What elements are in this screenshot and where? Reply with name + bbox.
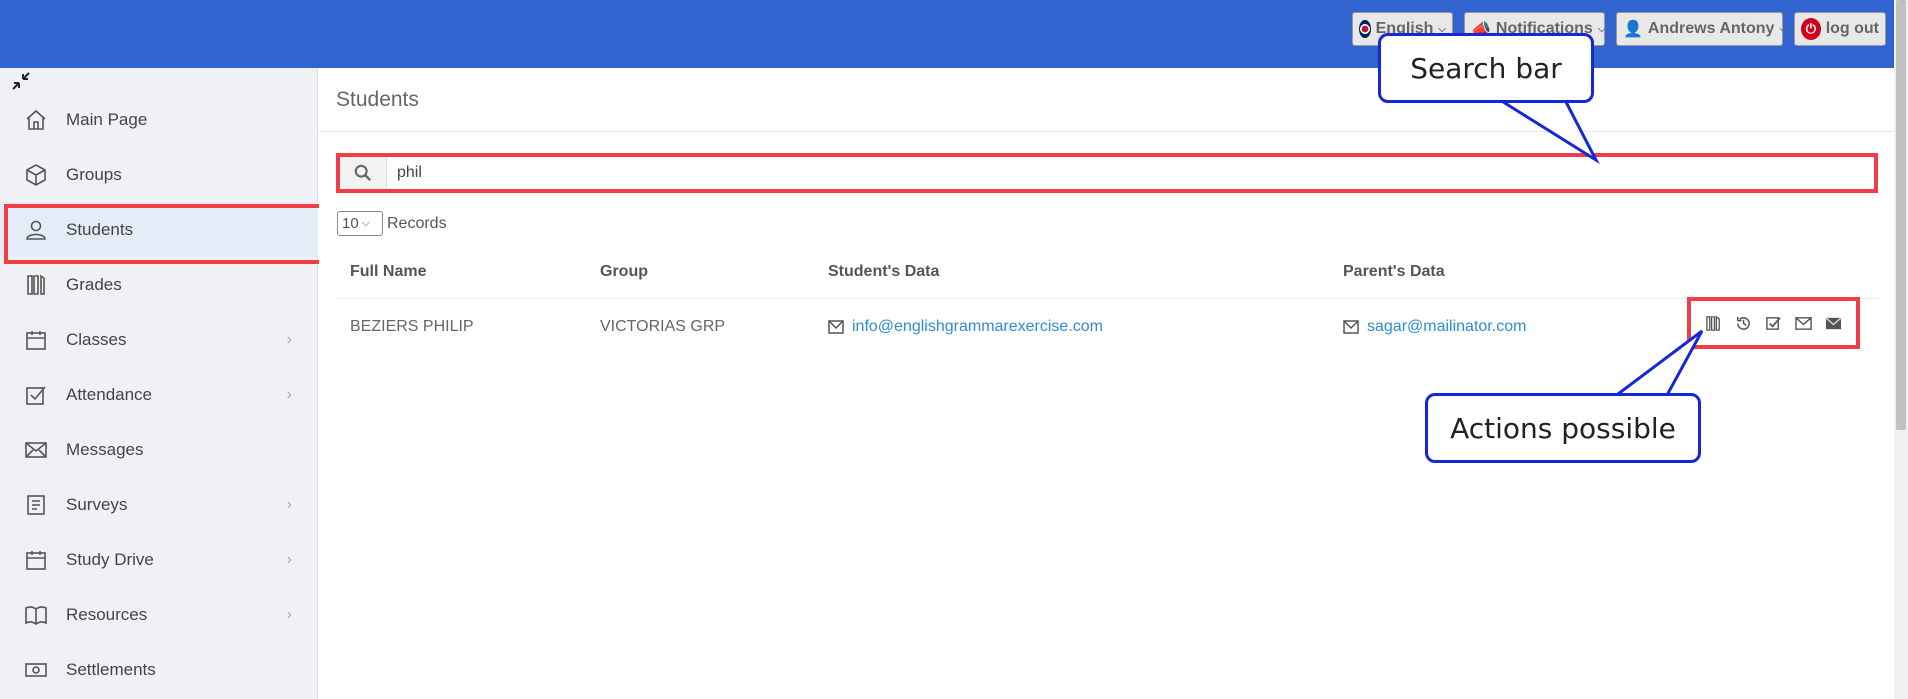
attendance-check-icon[interactable] bbox=[1763, 313, 1783, 333]
cell-group: VICTORIAS GRP bbox=[600, 318, 726, 335]
envelope-icon bbox=[18, 437, 54, 463]
search-bar-callout: Search bar bbox=[1378, 33, 1594, 103]
home-icon bbox=[18, 107, 54, 133]
sidebar-item-label: Settlements bbox=[66, 659, 156, 679]
divider bbox=[319, 131, 1894, 132]
cell-full-name: BEZIERS PHILIP bbox=[350, 318, 474, 335]
sidebar: Main Page Groups Students Grades Classes… bbox=[0, 68, 324, 699]
records-per-page: 10 ⌵ Records bbox=[337, 211, 447, 236]
sidebar-item-resources[interactable]: Resources › bbox=[0, 587, 318, 642]
cube-icon bbox=[18, 162, 54, 188]
checkbox-icon bbox=[18, 382, 54, 408]
records-select[interactable]: 10 ⌵ bbox=[337, 211, 383, 236]
sidebar-item-messages[interactable]: Messages bbox=[0, 422, 318, 477]
actions-callout: Actions possible bbox=[1425, 393, 1701, 463]
sidebar-item-students[interactable]: Students bbox=[0, 202, 324, 264]
scrollbar-thumb[interactable] bbox=[1896, 0, 1906, 430]
sidebar-item-label: Resources bbox=[66, 604, 148, 624]
envelope-icon bbox=[828, 320, 844, 334]
logout-button[interactable]: ⏻ log out bbox=[1794, 12, 1886, 46]
sidebar-item-classes[interactable]: Classes › bbox=[0, 312, 318, 367]
main-content: Students 10 ⌵ Records Full Name Group St… bbox=[319, 68, 1894, 699]
sidebar-item-surveys[interactable]: Surveys › bbox=[0, 477, 318, 532]
top-bar: English ⌵ 📣 Notifications ⌵ 👤 Andrews An… bbox=[0, 0, 1908, 68]
sidebar-item-label: Surveys bbox=[66, 494, 128, 514]
student-email: info@englishgrammarexercise.com bbox=[852, 318, 1103, 335]
history-icon[interactable] bbox=[1734, 313, 1754, 333]
chevron-down-icon: ⌵ bbox=[361, 217, 371, 229]
chevron-down-icon: ⌵ bbox=[1597, 23, 1606, 35]
envelope-outline-icon[interactable] bbox=[1793, 313, 1813, 333]
sidebar-item-label: Messages bbox=[66, 439, 144, 459]
sidebar-item-label: Attendance bbox=[66, 384, 153, 404]
document-icon bbox=[18, 492, 54, 518]
chevron-right-icon: › bbox=[286, 385, 292, 403]
search-input[interactable] bbox=[387, 157, 1874, 189]
column-header-students-data[interactable]: Student's Data bbox=[828, 263, 939, 281]
sidebar-item-label: Students bbox=[66, 219, 134, 239]
column-header-full-name[interactable]: Full Name bbox=[350, 263, 426, 281]
power-icon: ⏻ bbox=[1801, 18, 1821, 40]
search-bar bbox=[336, 153, 1878, 193]
chevron-right-icon: › bbox=[286, 605, 292, 623]
user-name: Andrews Antony bbox=[1647, 20, 1775, 37]
sidebar-item-label: Classes bbox=[66, 329, 127, 349]
logout-label: log out bbox=[1825, 20, 1879, 37]
student-email-link[interactable]: info@englishgrammarexercise.com bbox=[828, 318, 1103, 336]
column-header-parents-data[interactable]: Parent's Data bbox=[1343, 263, 1445, 281]
sidebar-item-attendance[interactable]: Attendance › bbox=[0, 367, 318, 422]
records-select-value: 10 bbox=[342, 215, 359, 232]
sidebar-item-label: Grades bbox=[66, 274, 122, 294]
parent-email-link[interactable]: sagar@mailinator.com bbox=[1343, 318, 1526, 336]
chevron-right-icon: › bbox=[286, 330, 292, 348]
records-label: Records bbox=[387, 214, 447, 232]
envelope-icon bbox=[1343, 320, 1359, 334]
user-icon: 👤 bbox=[1623, 21, 1643, 38]
sidebar-item-settlements[interactable]: Settlements bbox=[0, 642, 318, 697]
user-dropdown[interactable]: 👤 Andrews Antony ⌵ bbox=[1616, 12, 1787, 46]
uk-flag-icon bbox=[1359, 20, 1371, 38]
book-icon bbox=[18, 602, 54, 628]
sidebar-item-label: Study Drive bbox=[66, 549, 154, 569]
envelope-filled-icon[interactable] bbox=[1823, 313, 1843, 333]
sidebar-item-main-page[interactable]: Main Page bbox=[0, 92, 318, 147]
callout-text: Actions possible bbox=[1450, 411, 1676, 445]
money-icon bbox=[18, 657, 54, 683]
grades-icon[interactable] bbox=[1704, 313, 1724, 333]
grades-icon bbox=[18, 272, 54, 298]
chevron-right-icon: › bbox=[286, 495, 292, 513]
page-title: Students bbox=[336, 88, 419, 111]
search-icon[interactable] bbox=[340, 157, 387, 189]
divider bbox=[337, 298, 1879, 299]
chevron-right-icon: › bbox=[286, 550, 292, 568]
sidebar-item-groups[interactable]: Groups bbox=[0, 147, 318, 202]
sidebar-item-study-drive[interactable]: Study Drive › bbox=[0, 532, 318, 587]
calendar-icon bbox=[18, 327, 54, 353]
row-actions bbox=[1687, 297, 1860, 349]
user-icon bbox=[18, 217, 54, 243]
vertical-scrollbar[interactable] bbox=[1894, 0, 1908, 699]
chevron-down-icon: ⌵ bbox=[1779, 23, 1788, 35]
sidebar-item-label: Main Page bbox=[66, 109, 148, 129]
calendar-icon bbox=[18, 547, 54, 573]
callout-text: Search bar bbox=[1410, 51, 1562, 85]
sidebar-item-label: Groups bbox=[66, 164, 122, 184]
column-header-group[interactable]: Group bbox=[600, 263, 648, 281]
parent-email: sagar@mailinator.com bbox=[1367, 318, 1527, 335]
sidebar-item-grades[interactable]: Grades bbox=[0, 257, 318, 312]
